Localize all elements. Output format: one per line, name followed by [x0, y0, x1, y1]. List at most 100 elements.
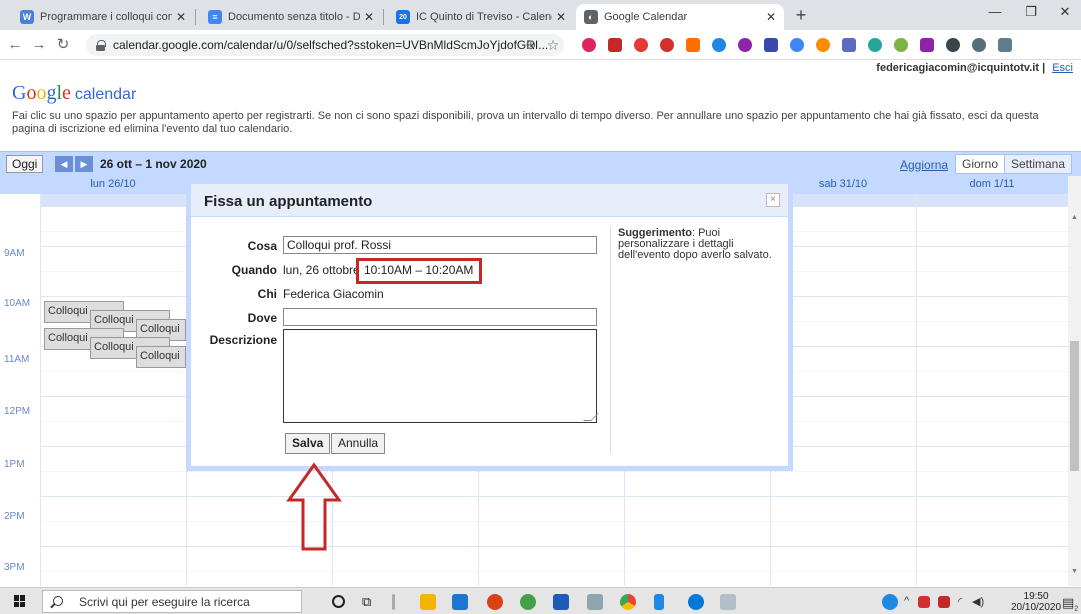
paint-icon[interactable]: [720, 594, 736, 610]
description-textarea[interactable]: [283, 329, 597, 423]
tab-day-view[interactable]: Giorno: [955, 154, 1006, 174]
extension-icon[interactable]: [764, 38, 778, 52]
notifications-icon[interactable]: ▤2: [1062, 595, 1078, 613]
clock-date: 20/10/2020: [1011, 602, 1062, 613]
file-explorer-icon[interactable]: [420, 594, 436, 610]
tab-favicon-icon: W: [20, 10, 34, 24]
tab-title: Documento senza titolo - Docum: [228, 11, 360, 23]
sign-out-link[interactable]: Esci: [1052, 62, 1073, 74]
wifi-icon[interactable]: ◜: [958, 595, 962, 608]
zoom-icon[interactable]: ⊕: [520, 35, 542, 55]
taskbar-clock[interactable]: 19:50 20/10/2020: [1011, 591, 1061, 613]
tray-app-icon[interactable]: [918, 596, 930, 608]
refresh-link[interactable]: Aggiorna: [900, 158, 948, 172]
onedrive-icon[interactable]: [882, 594, 898, 610]
minimize-icon[interactable]: —: [980, 4, 1010, 19]
scroll-up-icon[interactable]: ▲: [1071, 214, 1078, 221]
close-tab-icon[interactable]: ✕: [176, 10, 186, 24]
close-window-icon[interactable]: ✕: [1050, 4, 1080, 20]
search-icon: [53, 596, 63, 606]
back-arrow-icon[interactable]: ←: [4, 35, 26, 55]
day-header[interactable]: dom 1/11: [916, 176, 1068, 194]
snipping-tool-icon[interactable]: [587, 594, 603, 610]
extension-icon[interactable]: [634, 38, 648, 52]
search-placeholder: Scrivi qui per eseguire la ricerca: [79, 595, 250, 609]
edge-icon[interactable]: [688, 594, 704, 610]
google-calendar-favicon-icon: ◐: [584, 10, 598, 24]
extension-icon[interactable]: [972, 38, 986, 52]
tab-documento[interactable]: ≡ Documento senza titolo - Docum ✕: [200, 4, 382, 30]
cancel-button[interactable]: Annulla: [331, 433, 386, 454]
forward-arrow-icon[interactable]: →: [28, 35, 50, 55]
tab-week-view[interactable]: Settimana: [1004, 154, 1073, 174]
dialog-divider: [610, 226, 611, 454]
next-week-icon[interactable]: ▶: [75, 156, 93, 172]
bookmark-star-icon[interactable]: ☆: [542, 35, 564, 55]
tray-chevron-icon[interactable]: ^: [904, 595, 909, 607]
tab-programmare-colloqui[interactable]: W Programmare i colloqui con Cale ✕: [12, 4, 194, 30]
extension-icon[interactable]: [946, 38, 960, 52]
extension-icon[interactable]: [608, 38, 622, 52]
extension-icon[interactable]: [738, 38, 752, 52]
save-button[interactable]: Salva: [285, 433, 331, 454]
extension-icon[interactable]: [790, 38, 804, 52]
who-label: Chi: [257, 287, 277, 301]
where-input[interactable]: [283, 308, 597, 326]
hint-text: Suggerimento: Puoi personalizzare i dett…: [618, 228, 783, 261]
powerpoint-icon[interactable]: [487, 594, 503, 610]
new-tab-button[interactable]: +: [790, 5, 812, 27]
task-view-icon[interactable]: ⧉: [362, 594, 378, 610]
word-icon[interactable]: [553, 594, 569, 610]
close-tab-icon[interactable]: ✕: [556, 10, 566, 24]
extension-icon[interactable]: [894, 38, 908, 52]
instructions-text: Fai clic su uno spazio per appuntamento …: [12, 110, 1039, 135]
hour-label: 12PM: [4, 406, 31, 417]
extension-icon[interactable]: [686, 38, 700, 52]
extension-icon[interactable]: [582, 38, 596, 52]
reload-icon[interactable]: ↻: [52, 35, 74, 55]
close-icon[interactable]: ×: [766, 193, 780, 207]
restore-icon[interactable]: ❐: [1016, 4, 1046, 20]
windows-start-icon[interactable]: [14, 595, 26, 607]
close-tab-icon[interactable]: ✕: [364, 10, 374, 24]
cortana-icon[interactable]: [332, 595, 345, 608]
close-tab-icon[interactable]: ✕: [766, 10, 776, 24]
tray-acrobat-icon[interactable]: [938, 596, 950, 608]
period-arrows: ◀ ▶: [55, 156, 93, 172]
day-header[interactable]: lun 26/10: [40, 176, 186, 194]
tab-ic-quinto-calendario[interactable]: 20 IC Quinto di Treviso - Calendario ✕: [388, 4, 574, 30]
chrome-icon[interactable]: [620, 594, 636, 610]
mail-icon[interactable]: [452, 594, 468, 610]
extension-icon[interactable]: [842, 38, 856, 52]
meet-icon[interactable]: [520, 594, 536, 610]
extension-icon[interactable]: [868, 38, 882, 52]
volume-icon[interactable]: ◀): [972, 595, 984, 608]
extension-icon[interactable]: [816, 38, 830, 52]
what-label: Cosa: [247, 239, 277, 253]
browser-tab-strip: W Programmare i colloqui con Cale ✕ ≡ Do…: [0, 0, 1081, 30]
taskbar-search-input[interactable]: Scrivi qui per eseguire la ricerca: [42, 590, 302, 613]
address-bar[interactable]: calendar.google.com/calendar/u/0/selfsch…: [86, 34, 564, 56]
calendar-navbar: Oggi ◀ ▶ 26 ott – 1 nov 2020 Aggiorna Gi…: [0, 151, 1081, 176]
what-input[interactable]: Colloqui prof. Rossi: [283, 236, 597, 254]
extension-icon[interactable]: [998, 38, 1012, 52]
when-date: lun, 26 ottobre: [283, 263, 360, 277]
grid-scrollbar[interactable]: ▲ ▼: [1068, 176, 1081, 586]
prev-week-icon[interactable]: ◀: [55, 156, 73, 172]
hour-label: 9AM: [4, 248, 25, 259]
scroll-down-icon[interactable]: ▼: [1071, 568, 1078, 575]
tab-title: Programmare i colloqui con Cale: [40, 11, 172, 23]
user-email: federicagiacomin@icquintotv.it: [876, 62, 1040, 74]
extension-icon[interactable]: [920, 38, 934, 52]
scroll-thumb[interactable]: [1070, 341, 1079, 471]
hour-label: 10AM: [4, 298, 31, 309]
appointment-slot[interactable]: Colloqui: [136, 346, 186, 368]
today-button[interactable]: Oggi: [6, 155, 44, 173]
appointment-dialog: Fissa un appuntamento × Cosa Colloqui pr…: [186, 179, 793, 471]
extension-icon[interactable]: [712, 38, 726, 52]
extension-icon[interactable]: [660, 38, 674, 52]
url-text: calendar.google.com/calendar/u/0/selfsch…: [113, 38, 549, 52]
phone-icon[interactable]: [654, 594, 664, 610]
hour-label: 2PM: [4, 511, 25, 522]
tab-google-calendar[interactable]: ◐ Google Calendar ✕: [576, 4, 784, 30]
